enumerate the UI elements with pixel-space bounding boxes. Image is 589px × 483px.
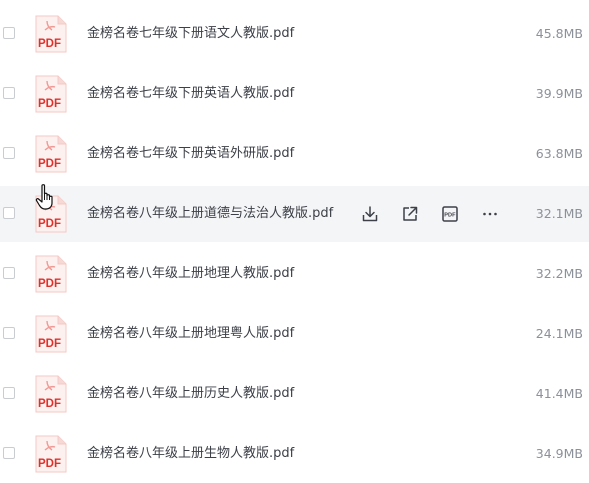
svg-text:PDF: PDF: [444, 213, 456, 219]
row-checkbox[interactable]: [3, 447, 15, 459]
pdf-file-icon: PDF: [35, 15, 67, 53]
pdf-file-icon: PDF: [35, 255, 67, 293]
row-checkbox[interactable]: [3, 27, 15, 39]
svg-text:PDF: PDF: [38, 218, 61, 230]
file-row[interactable]: PDF 金榜名卷七年级下册英语外研版.pdf 63.8MB: [0, 126, 589, 182]
svg-text:PDF: PDF: [38, 458, 61, 470]
file-row[interactable]: PDF 金榜名卷七年级下册语文人教版.pdf 45.8MB: [0, 6, 589, 62]
file-size: 34.9MB: [535, 446, 583, 461]
pdf-file-icon: PDF: [35, 435, 67, 473]
row-checkbox[interactable]: [3, 327, 15, 339]
row-checkbox[interactable]: [3, 207, 15, 219]
row-checkbox[interactable]: [3, 267, 15, 279]
file-name[interactable]: 金榜名卷八年级上册历史人教版.pdf: [87, 366, 294, 422]
more-icon[interactable]: [480, 204, 500, 224]
pdf-file-icon: PDF: [35, 315, 67, 353]
svg-text:PDF: PDF: [38, 278, 61, 290]
pdf-convert-icon[interactable]: PDF: [440, 204, 460, 224]
file-size: 41.4MB: [535, 386, 583, 401]
file-row-hovered[interactable]: PDF 金榜名卷八年级上册道德与法治人教版.pdf PDF 32.1MB: [0, 186, 589, 242]
svg-text:PDF: PDF: [38, 398, 61, 410]
file-size: 24.1MB: [535, 326, 583, 341]
file-name[interactable]: 金榜名卷七年级下册英语人教版.pdf: [87, 66, 294, 122]
svg-text:PDF: PDF: [38, 158, 61, 170]
file-row[interactable]: PDF 金榜名卷八年级上册地理粤人版.pdf 24.1MB: [0, 306, 589, 362]
file-name[interactable]: 金榜名卷八年级上册地理人教版.pdf: [87, 246, 294, 302]
file-list: PDF 金榜名卷七年级下册语文人教版.pdf 45.8MB PDF 金榜名卷七年…: [0, 0, 589, 483]
row-checkbox[interactable]: [3, 387, 15, 399]
file-name[interactable]: 金榜名卷八年级上册地理粤人版.pdf: [87, 306, 294, 362]
share-icon[interactable]: [400, 204, 420, 224]
row-checkbox[interactable]: [3, 87, 15, 99]
file-size: 39.9MB: [535, 86, 583, 101]
svg-text:PDF: PDF: [38, 38, 61, 50]
download-icon[interactable]: [360, 204, 380, 224]
file-name[interactable]: 金榜名卷七年级下册英语外研版.pdf: [87, 126, 294, 182]
pdf-file-icon: PDF: [35, 135, 67, 173]
row-checkbox[interactable]: [3, 147, 15, 159]
svg-text:PDF: PDF: [38, 98, 61, 110]
svg-text:PDF: PDF: [38, 338, 61, 350]
pdf-file-icon: PDF: [35, 75, 67, 113]
file-name[interactable]: 金榜名卷八年级上册道德与法治人教版.pdf: [87, 186, 333, 242]
pdf-file-icon: PDF: [35, 375, 67, 413]
file-size: 32.2MB: [535, 266, 583, 281]
file-row[interactable]: PDF 金榜名卷七年级下册英语人教版.pdf 39.9MB: [0, 66, 589, 122]
file-size: 45.8MB: [535, 26, 583, 41]
hand-cursor-icon: [35, 184, 53, 210]
file-row[interactable]: PDF 金榜名卷八年级上册生物人教版.pdf 34.9MB: [0, 426, 589, 482]
file-row[interactable]: PDF 金榜名卷八年级上册地理人教版.pdf 32.2MB: [0, 246, 589, 302]
file-size: 32.1MB: [535, 206, 583, 221]
file-name[interactable]: 金榜名卷七年级下册语文人教版.pdf: [87, 6, 294, 62]
file-name[interactable]: 金榜名卷八年级上册生物人教版.pdf: [87, 426, 294, 482]
file-row[interactable]: PDF 金榜名卷八年级上册历史人教版.pdf 41.4MB: [0, 366, 589, 422]
file-size: 63.8MB: [535, 146, 583, 161]
